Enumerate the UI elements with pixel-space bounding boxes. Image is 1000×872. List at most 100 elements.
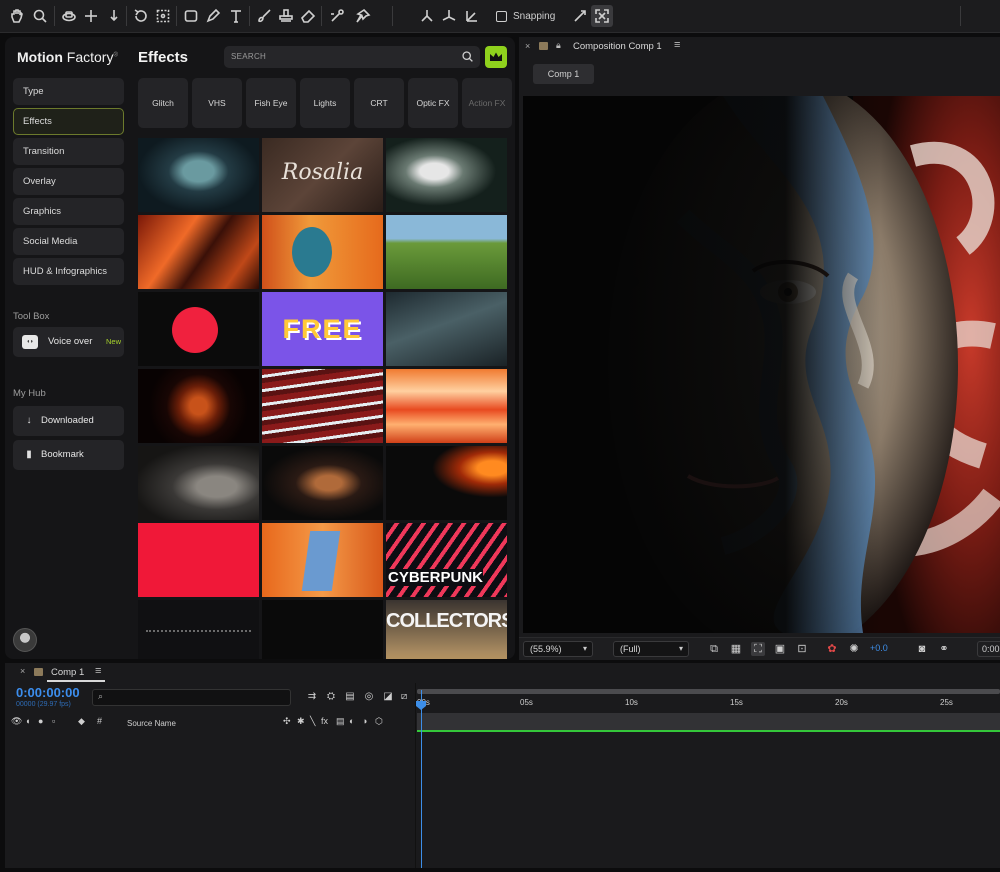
anchor-point-tool-icon[interactable] <box>152 5 174 27</box>
channel-icon[interactable]: ✿ <box>825 642 839 656</box>
effect-thumbnail[interactable] <box>138 523 259 597</box>
snapshot-camera-icon[interactable]: ◙ <box>915 642 929 656</box>
effect-thumbnail[interactable]: CYBERPUNK <box>386 523 507 597</box>
snap-edges-icon[interactable] <box>569 5 591 27</box>
time-ruler[interactable]: 00s 05s 10s 15s 20s 25s <box>417 689 1000 707</box>
effect-thumbnail[interactable] <box>262 369 383 443</box>
category-graphics[interactable]: Graphics <box>13 198 124 225</box>
fast-preview-icon[interactable]: ⧉ <box>707 642 721 656</box>
category-overlay[interactable]: Overlay <box>13 168 124 195</box>
panel-menu-icon[interactable]: ≡ <box>674 39 680 51</box>
chip-glitch[interactable]: Glitch <box>138 78 188 128</box>
composition-viewer[interactable] <box>523 96 1000 633</box>
motion-blur-switch-icon[interactable]: ◐ <box>349 716 354 726</box>
lock-icon[interactable]: ▫ <box>52 716 55 726</box>
quality-switch-icon[interactable]: ╲ <box>310 716 315 727</box>
mask-visibility-icon[interactable]: ▣ <box>773 642 787 656</box>
effect-thumbnail[interactable] <box>138 292 259 366</box>
reset-exposure-icon[interactable]: ✺ <box>847 642 861 656</box>
snap-features-icon[interactable] <box>591 5 613 27</box>
video-visibility-icon[interactable]: 👁︎ <box>11 716 22 727</box>
chip-optic-fx[interactable]: Optic FX <box>408 78 458 128</box>
current-time-display[interactable]: 0:00:00:00 <box>16 685 80 700</box>
effect-thumbnail[interactable] <box>386 369 507 443</box>
brush-tool-icon[interactable] <box>253 5 275 27</box>
3d-view-icon[interactable]: ⊡ <box>795 642 809 656</box>
close-icon[interactable]: × <box>525 41 530 51</box>
snapping-checkbox[interactable] <box>496 11 507 22</box>
effect-thumbnail[interactable] <box>386 446 507 520</box>
adjustment-layer-switch-icon[interactable]: ◑ <box>362 716 367 726</box>
shy-layers-icon[interactable]: ⛭ <box>324 690 338 704</box>
search-input[interactable]: SEARCH <box>224 46 480 68</box>
effect-thumbnail[interactable] <box>262 446 383 520</box>
frame-blend-switch-icon[interactable]: ▤ <box>336 716 345 727</box>
effect-thumbnail[interactable] <box>262 215 383 289</box>
3d-layer-switch-icon[interactable]: ⬡ <box>375 716 383 727</box>
effect-thumbnail[interactable] <box>138 138 259 212</box>
panel-menu-icon[interactable]: ≡ <box>95 665 101 677</box>
orbit-camera-icon[interactable] <box>58 5 80 27</box>
effect-thumbnail[interactable] <box>138 369 259 443</box>
graph-editor-icon[interactable]: ◪ <box>381 690 395 704</box>
shy-switch-icon[interactable]: ✣ <box>283 716 291 727</box>
work-area-bar[interactable] <box>417 689 1000 694</box>
motion-blur-icon[interactable]: ◎ <box>362 690 376 704</box>
voice-over-button[interactable]: ◖◗ Voice over New <box>13 327 124 357</box>
solo-icon[interactable]: ● <box>38 716 43 726</box>
move-tool-icon[interactable] <box>80 5 102 27</box>
source-name-header[interactable]: Source Name <box>127 719 176 728</box>
playhead-handle[interactable] <box>416 701 426 710</box>
lock-icon[interactable]: 🔒︎ <box>556 40 561 51</box>
zoom-dropdown[interactable]: (55.9%) ▾ <box>523 641 593 657</box>
timeline-tab-comp-1[interactable]: Comp 1 <box>51 667 84 678</box>
eraser-tool-icon[interactable] <box>297 5 319 27</box>
composition-mini-flowchart-icon[interactable]: ⇉ <box>305 690 319 704</box>
effects-switch-icon[interactable]: fx <box>321 716 328 726</box>
effect-thumbnail[interactable] <box>386 215 507 289</box>
effect-thumbnail[interactable] <box>262 600 383 659</box>
effect-thumbnail[interactable]: FREE <box>262 292 383 366</box>
category-transition[interactable]: Transition <box>13 138 124 165</box>
pen-tool-icon[interactable] <box>202 5 224 27</box>
puppet-pin-tool-icon[interactable] <box>352 5 374 27</box>
viewer-timecode[interactable]: 0:00: <box>977 641 1000 657</box>
layer-search-input[interactable]: ⌕ <box>92 689 291 706</box>
effect-thumbnail[interactable]: COLLECTORS <box>386 600 507 659</box>
effect-thumbnail[interactable] <box>138 215 259 289</box>
effect-thumbnail[interactable] <box>138 600 259 659</box>
transparency-grid-icon[interactable]: ▦ <box>729 642 743 656</box>
audio-icon[interactable]: ◖ <box>25 716 30 726</box>
world-axis-icon[interactable] <box>438 5 460 27</box>
track-z-tool-icon[interactable] <box>103 5 125 27</box>
region-of-interest-icon[interactable]: ⛶ <box>751 642 765 656</box>
clone-stamp-tool-icon[interactable] <box>275 5 297 27</box>
view-axis-icon[interactable] <box>461 5 483 27</box>
tab-comp-1[interactable]: Comp 1 <box>533 64 594 84</box>
zoom-tool-icon[interactable] <box>29 5 51 27</box>
hand-tool-icon[interactable] <box>6 5 28 27</box>
category-effects[interactable]: Effects <box>13 108 124 135</box>
track-area[interactable] <box>417 713 1000 730</box>
bookmark-button[interactable]: ▮ Bookmark <box>13 440 124 470</box>
chip-action-fx[interactable]: Action FX <box>462 78 512 128</box>
premium-button[interactable] <box>485 46 507 68</box>
effect-thumbnail[interactable] <box>386 138 507 212</box>
category-social-media[interactable]: Social Media <box>13 228 124 255</box>
downloaded-button[interactable]: ↓ Downloaded <box>13 406 124 436</box>
search-icon[interactable] <box>461 50 474 63</box>
chip-lights[interactable]: Lights <box>300 78 350 128</box>
label-tag-icon[interactable]: ◆ <box>78 716 85 727</box>
show-snapshot-icon[interactable]: ⚭ <box>937 642 951 656</box>
type-tool-icon[interactable] <box>225 5 247 27</box>
rectangle-tool-icon[interactable] <box>180 5 202 27</box>
roto-brush-tool-icon[interactable] <box>326 5 348 27</box>
exposure-value[interactable]: +0.0 <box>870 643 888 653</box>
playhead-line[interactable] <box>421 690 422 868</box>
local-axis-icon[interactable] <box>416 5 438 27</box>
resolution-dropdown[interactable]: (Full) ▾ <box>613 641 689 657</box>
graph-editor-toggle-icon[interactable]: ⧄ <box>397 690 411 704</box>
category-hud-infographics[interactable]: HUD & Infographics <box>13 258 124 285</box>
chip-vhs[interactable]: VHS <box>192 78 242 128</box>
close-icon[interactable]: × <box>20 666 25 676</box>
